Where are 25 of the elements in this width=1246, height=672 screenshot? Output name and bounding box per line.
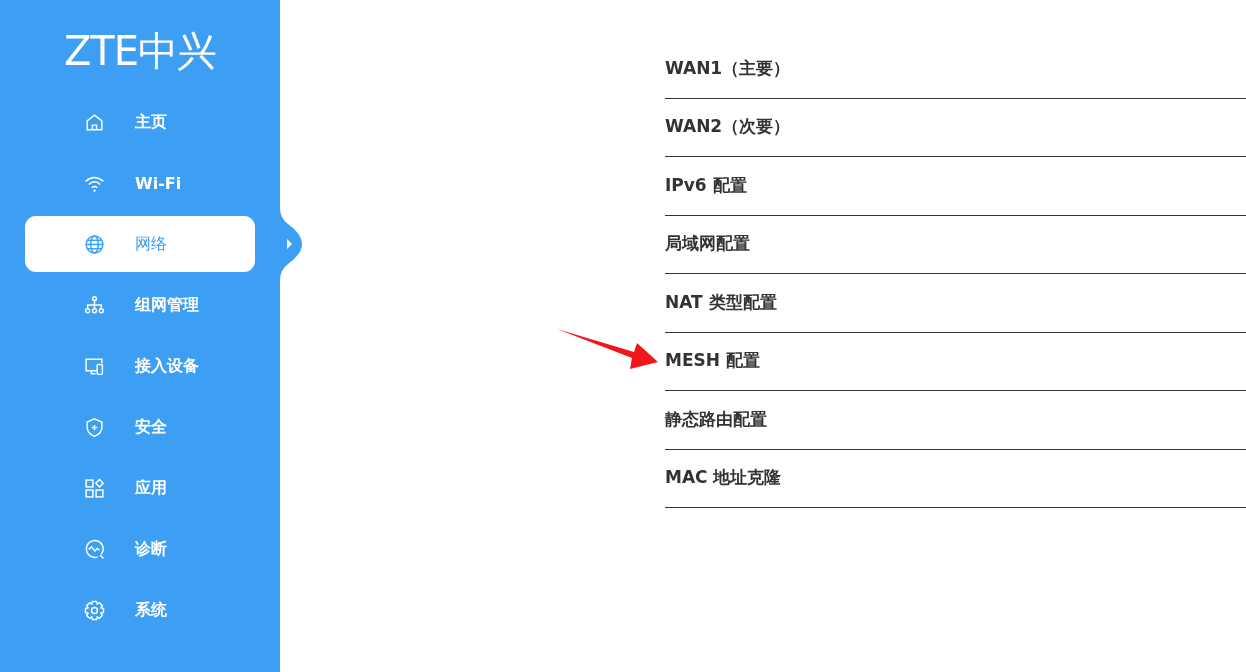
home-icon [84,111,105,133]
devices-icon [84,355,105,377]
settings-icon [84,599,105,621]
nav-item[interactable]: 诊断 [25,521,255,577]
menu-item[interactable]: WAN2（次要） [665,98,1246,157]
diagnostics-icon [84,538,105,560]
brand-logo: ZTE中兴 [63,27,217,76]
menu-item[interactable]: 静态路由配置 [665,391,1246,450]
menu-item[interactable]: IPv6 配置 [665,157,1246,216]
globe-icon [84,233,105,255]
nav-item[interactable]: 主页 [25,94,255,150]
nav-item[interactable]: 安全 [25,399,255,455]
menu-item[interactable]: 局域网配置 [665,215,1246,274]
topology-icon [84,294,105,316]
nav-item[interactable]: 组网管理 [25,277,255,333]
shield-icon [84,416,105,438]
apps-icon [84,477,105,499]
nav-item[interactable]: Wi-Fi [25,155,255,211]
menu-item[interactable]: WAN1（主要） [665,40,1246,99]
menu-item[interactable]: NAT 类型配置 [665,274,1246,333]
menu-item[interactable]: MAC 地址克隆 [665,449,1246,508]
nav-item[interactable]: 接入设备 [25,338,255,394]
menu-item[interactable]: MESH 配置 [665,332,1246,391]
nav-item[interactable]: 应用 [25,460,255,516]
nav-item[interactable]: 系统 [25,582,255,638]
